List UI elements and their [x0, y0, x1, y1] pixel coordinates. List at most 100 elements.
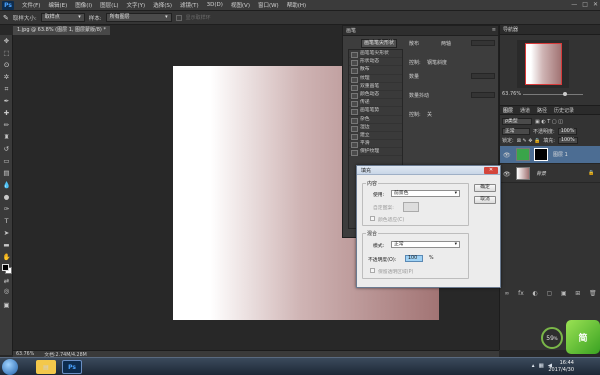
foreground-color-swatch[interactable] [2, 264, 9, 271]
count-field[interactable] [471, 73, 495, 79]
taskbar-clock[interactable]: 16:44 2017/4/30 [548, 360, 574, 374]
layer-style-icon[interactable]: fx [518, 290, 524, 297]
zoom-readout[interactable]: 63.76% [16, 352, 34, 357]
network-icon[interactable]: ▦ [539, 363, 544, 369]
slider-knob[interactable] [563, 92, 567, 96]
menu-layer[interactable]: 图层(L) [96, 1, 122, 9]
menu-filter[interactable]: 滤镜(T) [176, 1, 203, 9]
layer-opacity-field[interactable]: 100% [557, 128, 578, 135]
list-item[interactable]: 湿边 [349, 124, 402, 132]
link-layers-icon[interactable]: ∞ [504, 290, 509, 297]
dodge-tool-icon[interactable]: ● [0, 191, 13, 203]
trash-icon[interactable]: 🗑 [589, 290, 597, 297]
layer-name[interactable]: 背景 [536, 170, 546, 177]
layer-mask-thumbnail[interactable] [534, 148, 548, 161]
control-value[interactable]: 钢笔斜度 [427, 59, 447, 66]
list-item[interactable]: 形状动态 [349, 58, 402, 67]
maximize-icon[interactable]: □ [582, 1, 588, 8]
navigator-thumbnail[interactable] [525, 43, 562, 85]
tab-navigator[interactable]: 导航器 [503, 26, 518, 33]
navigator-zoom-value[interactable]: 63.76% [502, 91, 521, 97]
list-item[interactable]: 纹理 [349, 75, 402, 83]
list-item[interactable]: 建立 [349, 132, 402, 141]
eyedropper-tool-icon[interactable]: ✒ [0, 95, 13, 107]
move-tool-icon[interactable]: ✥ [0, 35, 13, 47]
tab-layers[interactable]: 图层 [503, 107, 513, 114]
preserve-transparency-checkbox[interactable] [370, 268, 375, 273]
tab-paths[interactable]: 路径 [537, 107, 547, 114]
list-item[interactable]: 杂色 [349, 116, 402, 124]
blur-tool-icon[interactable]: 💧 [0, 179, 13, 191]
list-item[interactable]: 平滑 [349, 140, 402, 149]
tab-history[interactable]: 历史记录 [554, 107, 574, 114]
eraser-tool-icon[interactable]: ▭ [0, 155, 13, 167]
brush-panel-title[interactable]: 画笔 [346, 27, 356, 34]
tab-channels[interactable]: 通道 [520, 107, 530, 114]
menu-type[interactable]: 文字(Y) [123, 1, 150, 9]
layer-row[interactable]: 👁 背景 🔒 [500, 165, 600, 183]
marquee-tool-icon[interactable]: ⬚ [0, 47, 13, 59]
layer-kind-filter[interactable]: ρ类型 [502, 118, 532, 125]
photoshop-taskbar-icon[interactable]: Ps [62, 360, 82, 374]
count-jitter-field[interactable] [471, 92, 495, 98]
layer-row[interactable]: 👁 图层 1 [500, 146, 600, 164]
hand-tool-icon[interactable]: ✋ [0, 251, 13, 263]
stamp-tool-icon[interactable]: ♜ [0, 131, 13, 143]
document-tab[interactable]: 1.jpg @ 63.8% (图层 1, 图层蒙版/8) * [13, 26, 110, 35]
close-icon[interactable]: ✕ [484, 167, 498, 174]
quick-mask-icon[interactable]: ◎ [0, 285, 13, 297]
menu-help[interactable]: 帮助(H) [283, 1, 310, 9]
list-item[interactable]: 画笔笔尖形状 [349, 50, 402, 59]
menu-select[interactable]: 选择(S) [149, 1, 176, 9]
sample-select[interactable]: 所有图层 ▾ [105, 13, 172, 22]
screen-mode-icon[interactable]: ▣ [0, 299, 13, 311]
new-layer-icon[interactable]: ⊞ [575, 290, 580, 297]
history-brush-tool-icon[interactable]: ↺ [0, 143, 13, 155]
quick-select-tool-icon[interactable]: ✲ [0, 71, 13, 83]
list-item[interactable]: 颜色动态 [349, 91, 402, 100]
ok-button[interactable]: 确定 [474, 184, 496, 192]
lasso-tool-icon[interactable]: ʘ [0, 59, 13, 71]
new-group-icon[interactable]: ▣ [561, 290, 567, 297]
control-value[interactable]: 关 [427, 111, 432, 118]
add-mask-icon[interactable]: ▢ [546, 290, 552, 297]
crop-tool-icon[interactable]: ⌗ [0, 83, 13, 95]
menu-image[interactable]: 图像(I) [71, 1, 96, 9]
menu-window[interactable]: 窗口(W) [254, 1, 283, 9]
list-item[interactable]: 画笔笔势 [349, 107, 402, 116]
list-item[interactable]: 保护纹理 [349, 148, 402, 157]
opacity-input[interactable]: 100 [405, 255, 423, 262]
navigator-zoom-slider[interactable] [523, 92, 583, 96]
gradient-tool-icon[interactable]: ▤ [0, 167, 13, 179]
start-button[interactable] [2, 359, 18, 375]
visibility-eye-icon[interactable]: 👁 [503, 152, 511, 159]
canvas-area[interactable] [13, 35, 439, 350]
both-axes-checkbox-label[interactable]: 两轴 [441, 40, 451, 47]
dialog-titlebar[interactable]: 填充 ✕ [357, 166, 500, 175]
list-item[interactable]: 双重画笔 [349, 83, 402, 91]
eyedropper-tool-icon[interactable]: ✎ [3, 14, 9, 22]
menu-file[interactable]: 文件(F) [18, 1, 44, 9]
panel-menu-icon[interactable]: ≡ [492, 27, 496, 33]
show-ring-checkbox[interactable] [175, 14, 182, 21]
lock-icons[interactable]: ⊠ ✎ ✥ 🔒 [517, 138, 541, 144]
menu-edit[interactable]: 编辑(E) [44, 1, 71, 9]
pattern-picker[interactable] [403, 202, 419, 212]
adjustment-layer-icon[interactable]: ◐ [532, 290, 537, 297]
sample-size-select[interactable]: 取样点 ▾ [40, 13, 85, 22]
type-tool-icon[interactable]: T [0, 215, 13, 227]
color-adaptation-checkbox[interactable] [370, 216, 375, 221]
file-explorer-icon[interactable]: ▤ [36, 360, 56, 374]
brush-tool-icon[interactable]: ✏ [0, 119, 13, 131]
menu-3d[interactable]: 3D(D) [203, 2, 227, 8]
minimize-icon[interactable]: — [571, 1, 577, 8]
shape-tool-icon[interactable]: ▬ [0, 239, 13, 251]
pen-tool-icon[interactable]: ✑ [0, 203, 13, 215]
navigator-preview[interactable] [517, 40, 569, 88]
layer-fill-field[interactable]: 100% [557, 137, 578, 144]
tray-up-icon[interactable]: ▴ [532, 363, 535, 369]
cancel-button[interactable]: 取消 [474, 196, 496, 204]
filter-icons[interactable]: ▣ ◐ T ▢ ◫ [535, 119, 563, 125]
brush-tip-shape-button[interactable]: 画笔笔尖形状 [361, 39, 397, 48]
scatter-value-field[interactable] [471, 40, 495, 46]
